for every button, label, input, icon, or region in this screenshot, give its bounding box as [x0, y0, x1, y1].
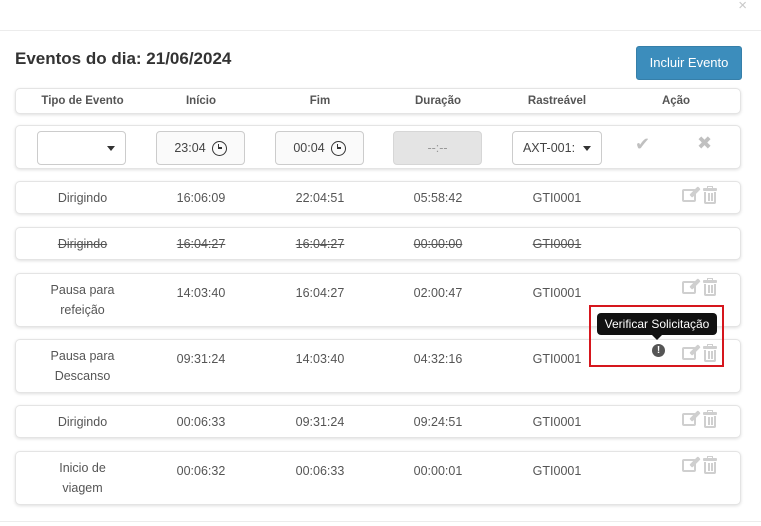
cell-rastreavel: GTI0001 [532, 464, 582, 478]
col-header-inicio: Início [185, 95, 217, 107]
clock-icon[interactable] [211, 140, 227, 156]
cell-fim: 16:04:27 [295, 286, 345, 300]
trackable-select[interactable]: AXT-001: [512, 131, 602, 165]
cell-rastreavel: GTI0001 [532, 190, 582, 205]
chevron-down-icon [107, 145, 115, 151]
close-icon[interactable]: × [738, 0, 747, 13]
cell-inicio: 09:31:24 [176, 352, 226, 366]
row-actions [682, 344, 717, 362]
edit-icon[interactable] [682, 344, 701, 361]
cell-fim: 00:06:33 [295, 464, 345, 478]
cell-rastreavel: GTI0001 [532, 414, 582, 429]
trash-icon[interactable] [703, 278, 717, 296]
col-header-duracao: Duração [414, 95, 462, 107]
table-header: Tipo de Evento Início Fim Duração Rastre… [15, 88, 741, 114]
row-actions [682, 410, 717, 428]
col-header-tipo: Tipo de Evento [41, 95, 124, 107]
tooltip: Verificar Solicitação [597, 313, 717, 340]
add-event-button[interactable]: Incluir Evento [636, 46, 742, 80]
cell-tipo: Dirigindo [57, 414, 108, 429]
trash-icon[interactable] [703, 456, 717, 474]
footer-divider [0, 521, 761, 522]
table-row-deleted: Dirigindo 16:04:27 16:04:27 00:00:00 GTI… [15, 227, 741, 260]
new-event-row: 23:04 00:04 --:-- AXT-001: ✔ ✖ [15, 125, 741, 169]
cell-inicio: 00:06:33 [176, 414, 226, 429]
clock-icon[interactable] [330, 140, 346, 156]
cell-duracao: 04:32:16 [413, 352, 463, 366]
row-actions [682, 456, 717, 474]
cell-fim: 14:03:40 [295, 352, 345, 366]
edit-icon[interactable] [682, 456, 701, 473]
row-actions [682, 186, 717, 204]
cell-duracao: 00:00:01 [413, 464, 463, 478]
chevron-down-icon [583, 145, 592, 151]
alert-icon[interactable]: ! [652, 344, 665, 357]
col-header-rastreavel: Rastreável [527, 95, 587, 107]
cell-tipo: Dirigindo [57, 190, 108, 205]
cell-tipo: Pausa para refeição [50, 283, 115, 317]
start-time-input[interactable]: 23:04 [156, 131, 245, 165]
trash-icon[interactable] [703, 410, 717, 428]
edit-icon[interactable] [682, 186, 701, 203]
cell-inicio: 14:03:40 [176, 286, 226, 300]
page-title: Eventos do dia: 21/06/2024 [15, 49, 232, 68]
cell-inicio: 00:06:32 [176, 464, 226, 478]
table-row: Dirigindo 00:06:33 09:31:24 09:24:51 GTI… [15, 405, 741, 438]
cell-fim: 16:04:27 [295, 236, 345, 251]
cancel-x-icon[interactable]: ✖ [697, 133, 712, 154]
table-row: Pausa para Descanso 09:31:24 14:03:40 04… [15, 339, 741, 393]
edit-icon[interactable] [682, 278, 701, 295]
col-header-acao: Ação [661, 95, 691, 107]
cell-duracao: 00:00:00 [413, 236, 463, 251]
col-header-fim: Fim [309, 95, 331, 107]
end-time-value: 00:04 [293, 141, 325, 155]
cell-inicio: 16:06:09 [176, 190, 226, 205]
cell-inicio: 16:04:27 [176, 236, 226, 251]
cell-fim: 09:31:24 [295, 414, 345, 429]
trash-icon[interactable] [703, 186, 717, 204]
table-row: Inicio de viagem 00:06:32 00:06:33 00:00… [15, 451, 741, 505]
row-actions [682, 278, 717, 296]
confirm-check-icon[interactable]: ✔ [635, 134, 650, 155]
cell-tipo: Inicio de viagem [59, 461, 106, 495]
cell-duracao: 05:58:42 [413, 190, 463, 205]
trackable-value: AXT-001: [522, 141, 576, 155]
cell-rastreavel: GTI0001 [532, 352, 582, 366]
cell-duracao: 02:00:47 [413, 286, 463, 300]
duration-value: --:-- [427, 141, 448, 155]
event-type-select[interactable] [37, 131, 126, 165]
start-time-value: 23:04 [174, 141, 206, 155]
table-row: Dirigindo 16:06:09 22:04:51 05:58:42 GTI… [15, 181, 741, 214]
cell-fim: 22:04:51 [295, 190, 345, 205]
edit-icon[interactable] [682, 410, 701, 427]
cell-tipo: Pausa para Descanso [50, 349, 115, 383]
duration-field: --:-- [393, 131, 482, 165]
header-divider [0, 30, 761, 31]
cell-tipo: Dirigindo [57, 236, 108, 251]
trash-icon[interactable] [703, 344, 717, 362]
cell-rastreavel: GTI0001 [532, 236, 582, 251]
end-time-input[interactable]: 00:04 [275, 131, 364, 165]
cell-duracao: 09:24:51 [413, 414, 463, 429]
